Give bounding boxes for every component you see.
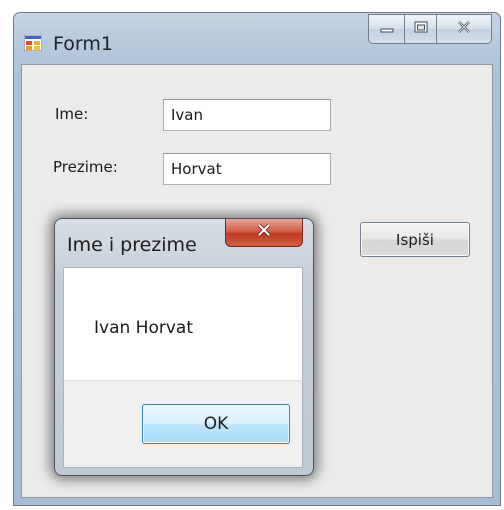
ime-label: Ime: <box>55 105 89 123</box>
maximize-icon <box>414 20 428 38</box>
form-app-icon <box>23 34 43 52</box>
close-button[interactable] <box>436 14 492 44</box>
ispisi-button[interactable]: Ispiši <box>360 222 470 257</box>
close-icon <box>256 223 272 242</box>
message-text: Ivan Horvat <box>94 318 193 338</box>
ime-input[interactable]: Ivan <box>163 99 331 131</box>
ok-button[interactable]: OK <box>142 404 290 444</box>
maximize-button[interactable] <box>404 14 436 44</box>
message-box-title: Ime i prezime <box>67 234 197 256</box>
close-icon <box>457 20 471 38</box>
title-bar[interactable]: Form1 <box>14 13 500 65</box>
caption-buttons <box>368 14 492 52</box>
message-box-body: Ivan Horvat <box>63 267 303 380</box>
window-title: Form1 <box>53 33 113 55</box>
message-box-dialog: Ime i prezime Ivan Horvat OK <box>54 218 314 476</box>
message-box-footer: OK <box>63 380 303 468</box>
prezime-label: Prezime: <box>53 158 118 176</box>
minimize-icon <box>380 20 394 38</box>
message-box-close-button[interactable] <box>225 219 303 247</box>
screen: Form1 Ime: Ivan Prezime: Horvat Ispiši I… <box>0 0 504 510</box>
minimize-button[interactable] <box>368 14 404 44</box>
prezime-input[interactable]: Horvat <box>163 153 331 185</box>
